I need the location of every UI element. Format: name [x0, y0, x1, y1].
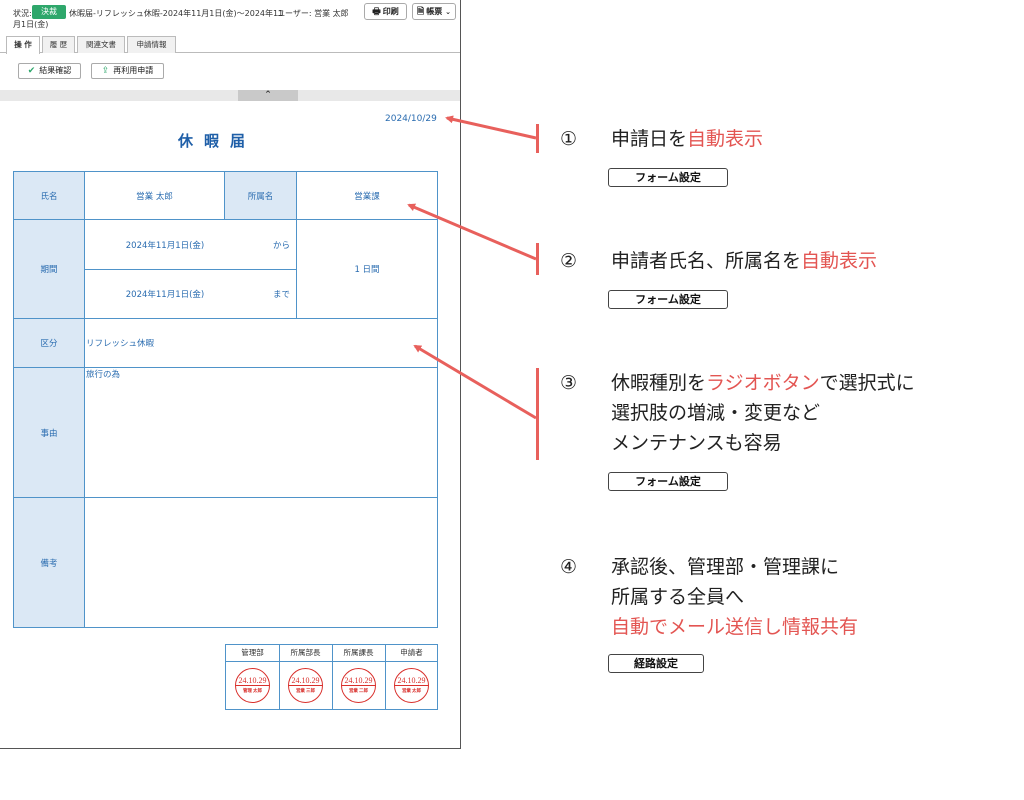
- annotation-4: ④ 承認後、管理部・管理課に 所属する全員へ 自動でメール送信し情報共有: [560, 553, 1000, 643]
- form-settings-button[interactable]: フォーム設定: [608, 290, 728, 309]
- annotation-text: 休暇種別をラジオボタンで選択式に: [611, 369, 915, 398]
- annotation-text-plain: 申請日を: [611, 128, 688, 150]
- annotation-text-highlight: 自動表示: [687, 128, 764, 150]
- callout-bar-3: [536, 368, 539, 460]
- annotation-text-plain: で選択式に: [819, 372, 915, 394]
- annotation-text-plain: 休暇種別を: [611, 372, 707, 394]
- callout-bar-2: [536, 243, 539, 275]
- annotation-text-highlight: ラジオボタン: [706, 372, 820, 394]
- callout-arrow-3: [413, 344, 537, 420]
- annotation-text-plain: 申請者氏名、所属名を: [611, 250, 802, 272]
- annotation-number: ④: [560, 556, 578, 578]
- annotation-3: ③ 休暇種別をラジオボタンで選択式に 選択肢の増減・変更など メンテナンスも容易: [560, 369, 1010, 459]
- annotation-text: 申請者氏名、所属名を自動表示: [611, 247, 877, 276]
- annotation-text-line1: 承認後、管理部・管理課に: [611, 556, 840, 578]
- annotation-text: 申請日を自動表示: [611, 125, 763, 154]
- annotation-number: ③: [560, 372, 578, 394]
- form-settings-button[interactable]: フォーム設定: [608, 472, 728, 491]
- callout-arrow-1: [445, 115, 537, 140]
- annotation-text-highlight: 自動でメール送信し情報共有: [611, 616, 859, 638]
- callout-bar-1: [536, 124, 539, 153]
- callout-arrow-2: [407, 203, 537, 261]
- annotation-text-line2: 所属する全員へ: [611, 586, 745, 608]
- annotation-text-line3: メンテナンスも容易: [611, 432, 782, 454]
- annotation-text-highlight: 自動表示: [801, 250, 878, 272]
- form-settings-button[interactable]: フォーム設定: [608, 168, 728, 187]
- annotation-number: ②: [560, 250, 578, 272]
- route-settings-button[interactable]: 経路設定: [608, 654, 704, 673]
- annotation-text-line2: 選択肢の増減・変更など: [611, 402, 821, 424]
- annotation-number: ①: [560, 128, 578, 150]
- annotation-2: ② 申請者氏名、所属名を自動表示: [560, 247, 970, 276]
- annotation-1: ① 申請日を自動表示: [560, 125, 960, 154]
